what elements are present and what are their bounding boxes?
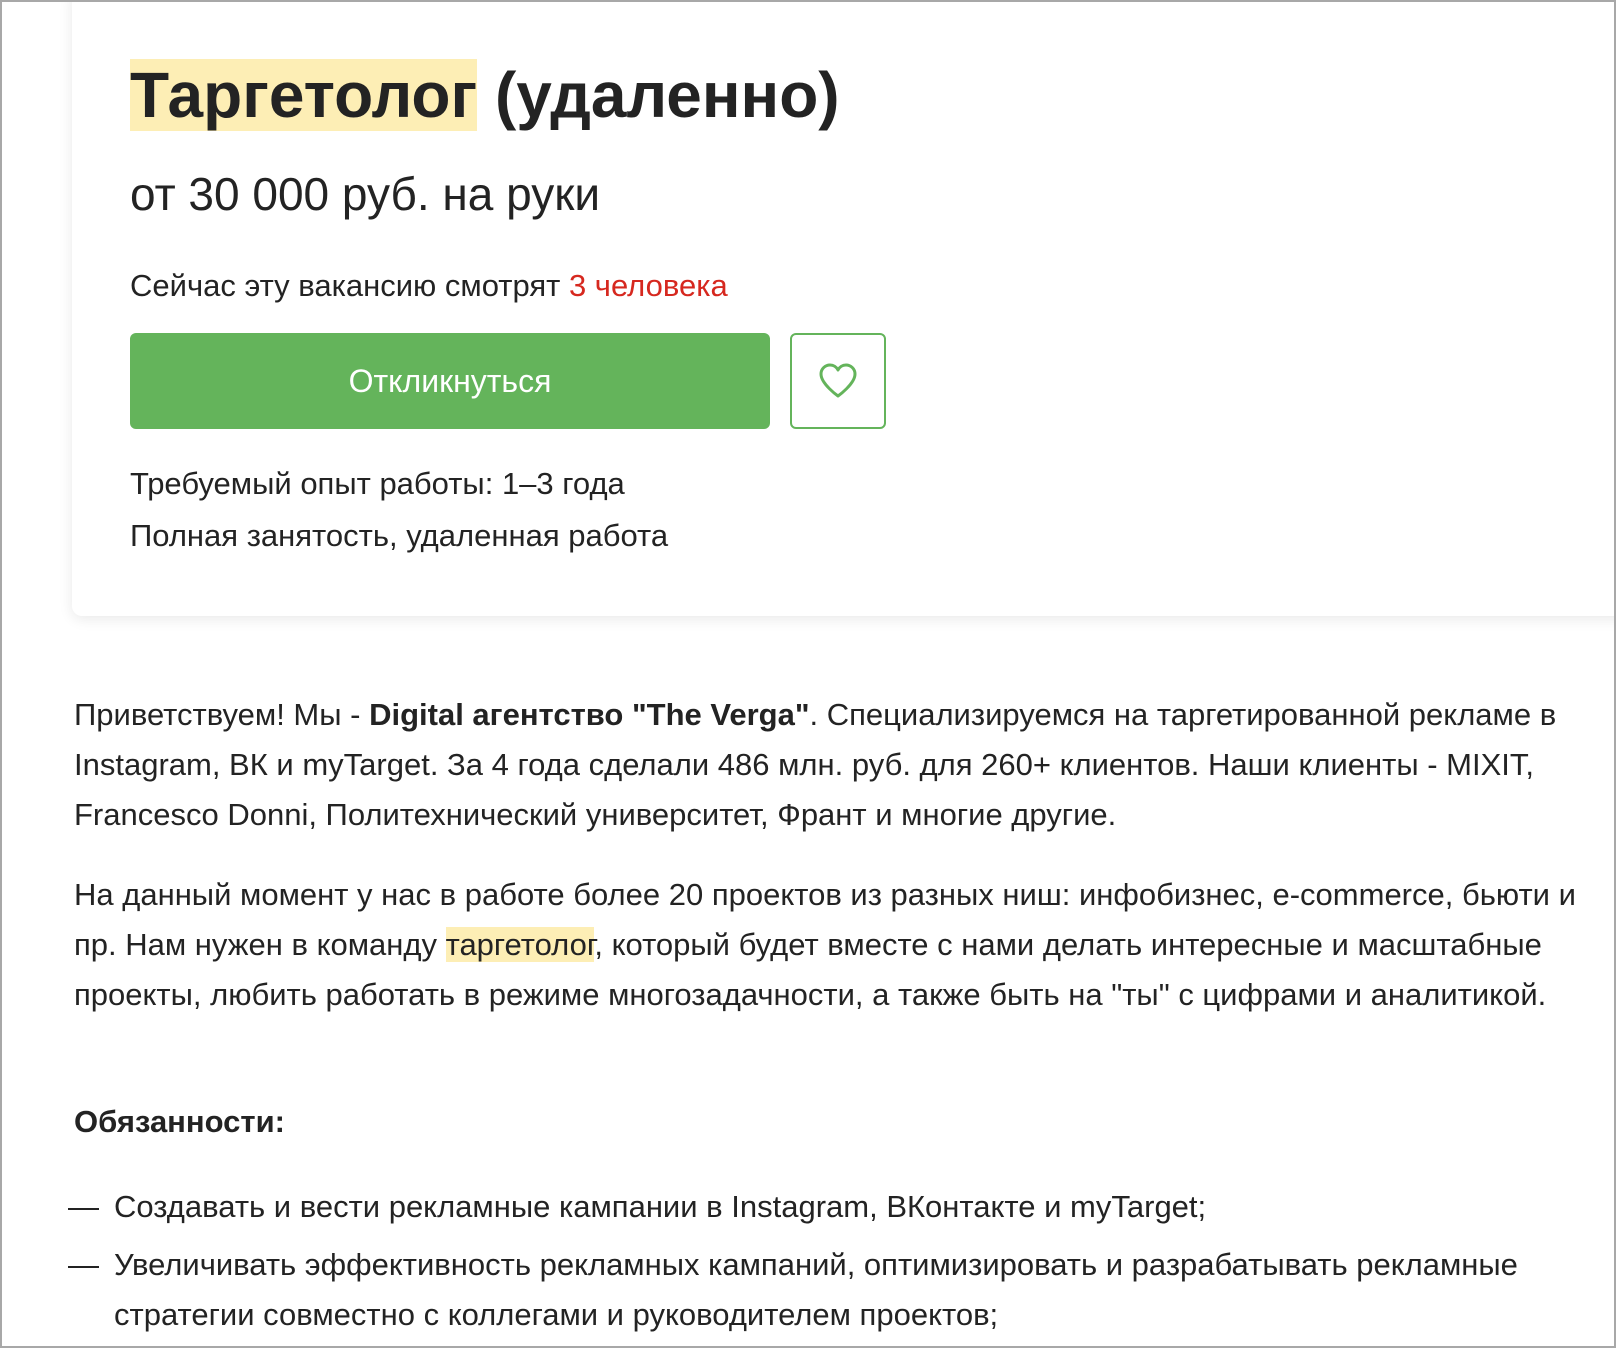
experience-required: Требуемый опыт работы: 1–3 года [130, 466, 625, 501]
duties-heading: Обязанности: [74, 1104, 285, 1139]
duty-text: Увеличивать эффективность рекламных камп… [114, 1247, 1518, 1332]
salary: от 30 000 руб. на руки [130, 168, 601, 220]
duty-item: — Увеличивать эффективность рекламных ка… [68, 1240, 1608, 1340]
viewers-count: 3 человека [568, 268, 728, 303]
duty-dash: — [68, 1189, 99, 1224]
employment-type: Полная занятость, удаленная работа [130, 518, 669, 553]
agency-name: Digital агентство "The Verga" [369, 697, 810, 732]
keyword-highlight: таргетолог [445, 927, 595, 962]
p1-start: Приветствуем! Мы - [74, 697, 370, 732]
title-keyword-highlight: Таргетолог [130, 59, 478, 131]
vacancy-title: Таргетолог (удаленно) [130, 50, 840, 140]
description-paragraph-1: Приветствуем! Мы - Digital агентство "Th… [74, 690, 1604, 840]
viewers-notice: Сейчас эту вакансию смотрят 3 человека [130, 266, 728, 306]
favorite-button[interactable] [790, 333, 886, 429]
duty-dash: — [68, 1247, 99, 1282]
heart-icon [819, 363, 857, 398]
title-rest: (удаленно) [477, 59, 840, 131]
duty-item: — Создавать и вести рекламные кампании в… [68, 1182, 1608, 1232]
page-frame: Таргетолог (удаленно) от 30 000 руб. на … [0, 0, 1616, 1348]
duty-text: Создавать и вести рекламные кампании в I… [114, 1189, 1207, 1224]
respond-button[interactable]: Откликнуться [130, 333, 770, 429]
viewers-prefix: Сейчас эту вакансию смотрят [130, 268, 569, 303]
description-paragraph-2: На данный момент у нас в работе более 20… [74, 870, 1604, 1020]
